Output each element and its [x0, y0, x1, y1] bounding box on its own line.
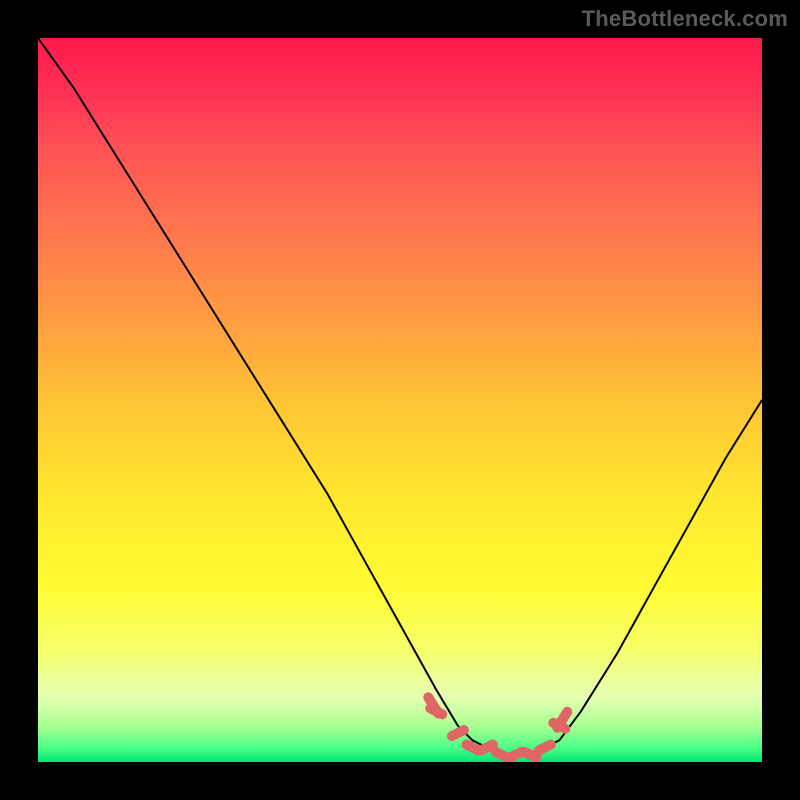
- chart-curve: [38, 38, 762, 755]
- plot-area: [38, 38, 762, 762]
- highlight-markers: [428, 697, 567, 757]
- chart-svg: [38, 38, 762, 762]
- chart-container: TheBottleneck.com: [0, 0, 800, 800]
- highlight-marker: [452, 730, 464, 736]
- highlight-marker: [539, 745, 551, 751]
- watermark-text: TheBottleneck.com: [582, 6, 788, 32]
